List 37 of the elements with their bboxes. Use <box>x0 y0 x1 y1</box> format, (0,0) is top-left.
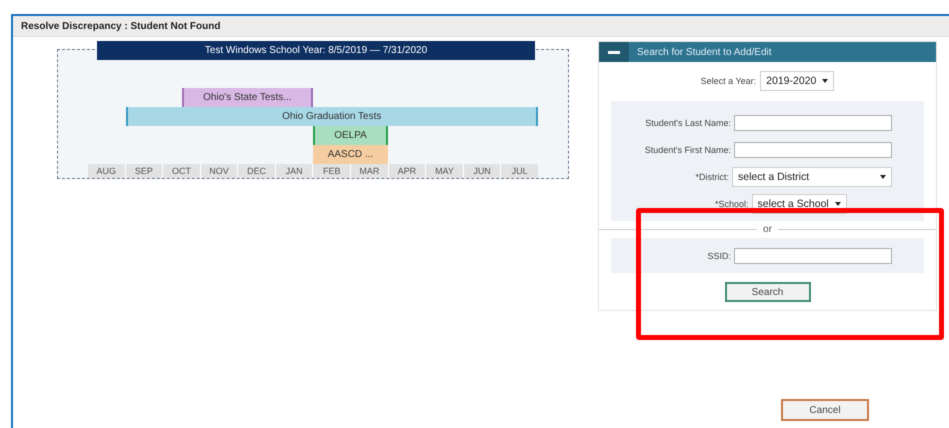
field-label: Select a Year: <box>700 76 756 86</box>
field-label: *School: <box>715 198 749 208</box>
month-label: APR <box>388 164 426 178</box>
separator-text: or <box>763 224 772 235</box>
text-field[interactable] <box>734 142 892 158</box>
test-window-bar[interactable]: Ohio's State Tests... <box>182 88 313 107</box>
test-window-bar[interactable]: AASCD ... <box>313 145 388 164</box>
month-label: JAN <box>274 164 312 178</box>
month-label: FEB <box>312 164 350 178</box>
month-label: DEC <box>237 164 275 178</box>
caret-icon <box>880 174 886 178</box>
month-label: AUG <box>96 165 118 178</box>
window-title: Resolve Discrepancy : Student Not Found <box>21 20 220 32</box>
dropdown[interactable]: select a District <box>732 166 892 186</box>
field-label: Student's First Name: <box>644 144 731 154</box>
test-window-bar[interactable]: Ohio Graduation Tests <box>126 107 538 126</box>
test-window-bar[interactable]: OELPA <box>313 126 388 145</box>
field-label: SSID: <box>707 250 731 260</box>
year-dropdown[interactable]: 2019-2020 <box>760 71 834 91</box>
panel-title: Search for Student to Add/Edit <box>637 46 772 58</box>
month-label: OCT <box>162 164 200 178</box>
caret-icon <box>834 202 841 206</box>
month-label: MAR <box>350 164 388 178</box>
month-label: MAY <box>425 164 463 178</box>
caret-icon <box>822 79 828 83</box>
collapse-button[interactable] <box>599 42 629 62</box>
month-label: NOV <box>200 164 238 178</box>
text-field[interactable] <box>734 114 892 130</box>
month-label: SEP <box>124 164 162 178</box>
field-label: *District: <box>696 172 729 182</box>
cancel-button[interactable]: Cancel <box>781 399 869 421</box>
ssid-field[interactable] <box>734 248 892 264</box>
month-label: JUL <box>500 164 538 178</box>
search-button[interactable]: Search <box>724 282 810 302</box>
month-label: JUN <box>462 164 500 178</box>
field-label: Student's Last Name: <box>645 118 731 128</box>
timeline-title: Test Windows School Year: 8/5/2019 — 7/31/2020 <box>97 41 535 60</box>
